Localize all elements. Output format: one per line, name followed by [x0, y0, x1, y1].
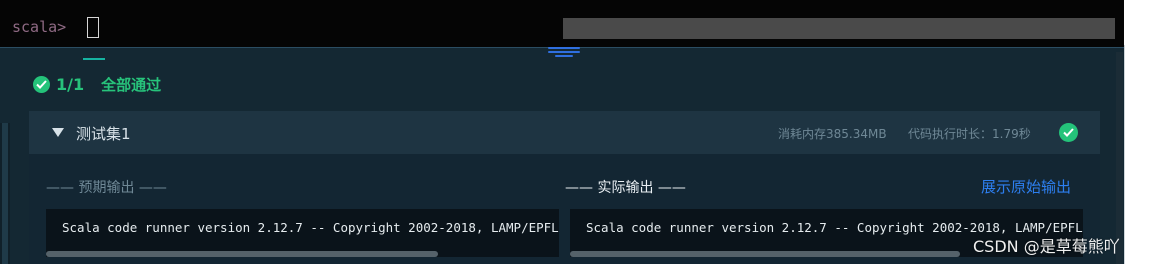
- expected-output-scrollbar[interactable]: [46, 251, 559, 257]
- results-panel: 1/1 全部通过 测试集1 消耗内存385.34MB 代码执行时长：1.79秒 …: [0, 47, 1124, 264]
- terminal[interactable]: scala>: [0, 0, 1124, 47]
- test-suite-header[interactable]: 测试集1 消耗内存385.34MB 代码执行时长：1.79秒: [29, 111, 1100, 154]
- caret-down-icon[interactable]: [52, 128, 64, 137]
- root: scala> 1/1 全部通过 测试集1 消耗内存385.34MB 代码执行时长…: [0, 0, 1160, 264]
- actual-output-label: —— 实际输出 ——: [565, 180, 686, 196]
- scrollbar-thumb[interactable]: [46, 251, 438, 257]
- watermark: CSDN @是草莓熊吖: [973, 237, 1120, 256]
- left-scrollbar-thumb[interactable]: [2, 123, 8, 264]
- summary-status: 全部通过: [101, 75, 162, 94]
- passed-count: 1/1: [56, 74, 85, 94]
- test-suite-body: —— 预期输出 —— —— 实际输出 —— 展示原始输出 Scala code …: [29, 154, 1100, 264]
- terminal-cursor: [87, 17, 99, 38]
- expected-output-box[interactable]: Scala code runner version 2.12.7 -- Copy…: [46, 209, 559, 257]
- expected-output-label: —— 预期输出 ——: [46, 180, 167, 196]
- expected-output-text: Scala code runner version 2.12.7 -- Copy…: [62, 220, 559, 235]
- terminal-prompt: scala>: [12, 18, 67, 36]
- active-tab-indicator: [83, 58, 105, 60]
- test-suite-title: 测试集1: [76, 125, 131, 143]
- page-border: [1124, 45, 1125, 264]
- check-circle-icon: [33, 75, 50, 93]
- page-margin: [1124, 0, 1160, 264]
- show-raw-output-link[interactable]: 展示原始输出: [981, 176, 1071, 197]
- execution-time: 代码执行时长：1.79秒: [908, 127, 1031, 141]
- check-circle-icon: [1059, 123, 1078, 142]
- terminal-overlay-bar: [563, 18, 1115, 39]
- result-summary: 1/1 全部通过: [33, 74, 161, 94]
- splitter-handle-icon[interactable]: [548, 47, 580, 57]
- scrollbar-thumb[interactable]: [570, 251, 960, 257]
- memory-usage: 消耗内存385.34MB: [778, 127, 887, 141]
